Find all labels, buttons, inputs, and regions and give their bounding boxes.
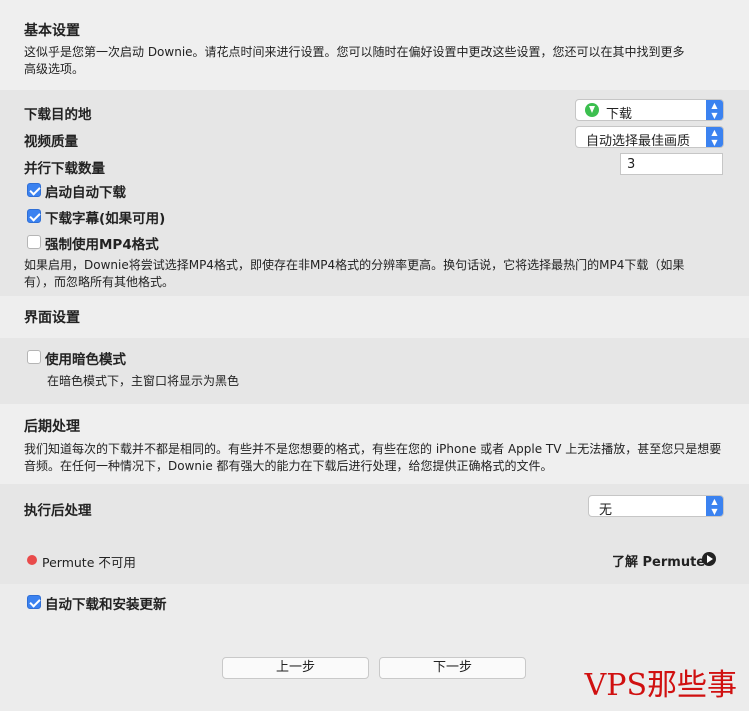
basic-settings-desc-line1: 这似乎是您第一次启动 Downie。请花点时间来进行设置。您可以随时在偏好设置中… — [24, 45, 685, 59]
destination-label: 下载目的地 — [24, 107, 92, 123]
ui-settings-section: 界面设置 — [0, 296, 749, 338]
permute-status: Permute 不可用 — [42, 555, 136, 570]
dark-mode-desc: 在暗色模式下，主窗口将显示为黑色 — [47, 374, 240, 388]
dark-mode-section: 使用暗色模式 在暗色模式下，主窗口将显示为黑色 — [0, 338, 749, 404]
quality-popup[interactable]: 自动选择最佳画质 ▲ ▼ — [575, 126, 724, 149]
learn-permute-link[interactable]: 了解 Permute — [612, 551, 705, 570]
force-mp4-desc-line1: 如果启用，Downie将尝试选择MP4格式，即使存在非MP4格式的分辨率更高。换… — [24, 258, 685, 272]
arrow-right-circle-icon[interactable] — [702, 552, 716, 566]
chevron-updown-icon: ▲ ▼ — [706, 496, 723, 516]
subtitles-checkbox[interactable] — [27, 209, 41, 223]
post-processing-desc-line2: 音频。在任何一种情况下，Downie 都有强大的能力在下载后进行处理，给您提供正… — [24, 459, 553, 473]
quality-value: 自动选择最佳画质 — [586, 134, 691, 149]
parallel-downloads-value: 3 — [627, 157, 636, 172]
ui-settings-title: 界面设置 — [24, 310, 80, 326]
execute-post-processing-label: 执行后处理 — [24, 503, 92, 519]
auto-update-label[interactable]: 自动下载和安装更新 — [45, 593, 167, 613]
destination-value: 下载 — [606, 107, 633, 122]
previous-button[interactable]: 上一步 — [222, 657, 369, 679]
chevron-updown-icon: ▲ ▼ — [706, 127, 723, 147]
force-mp4-checkbox[interactable] — [27, 235, 41, 249]
chevron-updown-icon: ▲ ▼ — [706, 100, 723, 120]
force-mp4-desc-line2: 有），而忽略所有其他格式。 — [24, 275, 175, 289]
auto-download-label[interactable]: 启动自动下载 — [45, 181, 126, 201]
next-button[interactable]: 下一步 — [379, 657, 526, 679]
basic-settings-desc-line2: 高级选项。 — [24, 62, 85, 76]
basic-settings-section: 基本设置 这似乎是您第一次启动 Downie。请花点时间来进行设置。您可以随时在… — [0, 0, 749, 90]
auto-update-checkbox[interactable] — [27, 595, 41, 609]
execute-post-processing-section: 执行后处理 无 ▲ ▼ Permute 不可用 了解 Permute — [0, 484, 749, 584]
subtitles-label[interactable]: 下载字幕(如果可用) — [45, 207, 165, 227]
parallel-downloads-label: 并行下载数量 — [24, 161, 105, 177]
setup-window: 基本设置 这似乎是您第一次启动 Downie。请花点时间来进行设置。您可以随时在… — [0, 0, 749, 711]
dark-mode-label[interactable]: 使用暗色模式 — [45, 348, 126, 368]
auto-download-checkbox[interactable] — [27, 183, 41, 197]
destination-popup[interactable]: 下载 ▲ ▼ — [575, 99, 724, 122]
force-mp4-label[interactable]: 强制使用MP4格式 — [45, 233, 159, 253]
execute-post-processing-popup[interactable]: 无 ▲ ▼ — [588, 495, 724, 518]
parallel-downloads-field[interactable]: 3 — [620, 153, 723, 175]
watermark-text: VPS那些事 — [584, 668, 737, 703]
quality-label: 视频质量 — [24, 134, 78, 150]
status-dot-icon — [27, 555, 37, 565]
post-processing-section: 后期处理 我们知道每次的下载并不都是相同的。有些并不是您想要的格式，有些在您的 … — [0, 404, 749, 484]
basic-settings-title: 基本设置 — [24, 23, 80, 39]
download-folder-icon — [585, 103, 599, 117]
post-processing-desc-line1: 我们知道每次的下载并不都是相同的。有些并不是您想要的格式，有些在您的 iPhon… — [24, 442, 722, 456]
dark-mode-checkbox[interactable] — [27, 350, 41, 364]
download-settings-section: 下载目的地 下载 ▲ ▼ 视频质量 自动选择最佳画质 ▲ ▼ 并行下载数量 3 启动… — [0, 90, 749, 296]
post-processing-title: 后期处理 — [24, 419, 80, 435]
execute-post-processing-value: 无 — [599, 503, 613, 518]
